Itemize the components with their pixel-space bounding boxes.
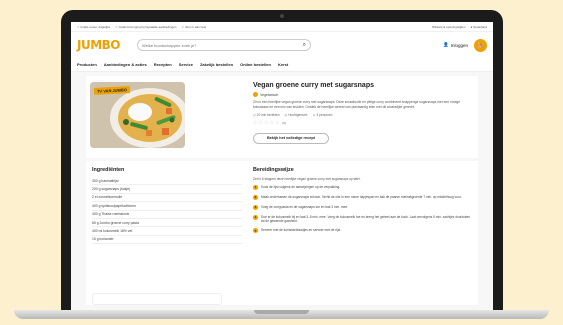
usp-item: ✓ Vers in aan huis [181, 24, 207, 29]
rating-stars[interactable]: ☆ ☆ ☆ ☆ ☆ (0) [253, 120, 473, 126]
method-intro: Zet in 6 stappen deze heerlijke vegan gr… [253, 177, 361, 181]
nav-item-online[interactable]: Online bestellen [240, 62, 271, 67]
nav-item-service[interactable]: Service [179, 62, 193, 67]
course-meta: ◎ Hoofdgerecht [284, 113, 308, 118]
ingredients-section: Ingrediënten 300 g basmatirijst 200 g su… [92, 167, 242, 245]
laptop-bezel: ✓ Gratis retour, dagelijks ✓ Gratis bezo… [61, 10, 503, 311]
method-step: 5 Serveer met de koriandeblaadjes en ser… [253, 228, 342, 234]
ingredient-item: 15 g koriander [92, 236, 242, 245]
star-icon[interactable]: ☆ [275, 120, 279, 126]
site-header: JUMBO ⌕ 👤 Inloggen 🧺 [71, 32, 493, 58]
recipe-info: Vegan groene curry met sugarsnaps Vegeta… [253, 82, 473, 144]
recipe-card: TV VAN JUMBO Vegan groene curry met suga… [86, 76, 478, 158]
ingredient-item: 400 ml kokosmelk 18% vet [92, 227, 242, 236]
full-recipe-button[interactable]: Bekijk het volledige recept [253, 132, 329, 144]
footer-placeholder [92, 293, 222, 305]
step-number: 3 [253, 205, 258, 210]
nav-item-recepten[interactable]: Recepten [154, 62, 172, 67]
step-number: 2 [253, 195, 258, 200]
nav-item-zakelijk[interactable]: Zakelijk bestellen [200, 62, 233, 67]
method-step: 3 Voeg de currypasta en de sugarsnaps to… [253, 205, 349, 210]
jumbo-logo[interactable]: JUMBO [77, 38, 123, 52]
star-icon[interactable]: ☆ [264, 120, 268, 126]
ingredient-item: 2 el zonnebloemolie [92, 194, 242, 203]
browser-screen: ✓ Gratis retour, dagelijks ✓ Gratis bezo… [71, 22, 493, 311]
star-icon[interactable]: ☆ [269, 120, 273, 126]
ingredient-item: 400 g spitskoolpaprika/bloem [92, 202, 242, 211]
method-step: 4 Doe er de kokosmelk bij en laat 3–5 mi… [253, 215, 471, 224]
page-content: TV VAN JUMBO Vegan groene curry met suga… [71, 72, 493, 311]
recipe-tag[interactable]: Vegetarisch [253, 92, 473, 97]
nav-item-producten[interactable]: Producten [77, 62, 97, 67]
method-title: Bereidingswijze [253, 167, 294, 173]
recipe-meta: ◷ 20 min bereiden ◎ Hoofdgerecht ☺ 4 per… [253, 113, 473, 117]
step-number: 4 [253, 215, 258, 220]
time-meta: ◷ 20 min bereiden [253, 113, 280, 118]
basket-icon: 🧺 [476, 42, 485, 49]
nav-item-kerst[interactable]: Kerst [278, 62, 288, 67]
search-input[interactable] [142, 42, 292, 48]
method-step: 1 Kook de rijst volgens de aanwijzingen … [253, 185, 341, 190]
ingredients-title: Ingrediënten [92, 167, 125, 173]
login-button[interactable]: 👤 Inloggen [443, 42, 468, 48]
star-icon[interactable]: ☆ [258, 120, 262, 126]
ingredient-item: 65 g Jumbo groene curry pasta [92, 219, 242, 228]
country-selector[interactable]: ● Nederland [471, 25, 488, 29]
search-bar[interactable]: ⌕ [137, 39, 311, 51]
method-step: 2 Maak ondertussen de sugarsnaps schoon.… [253, 195, 462, 200]
recipe-title: Vegan groene curry met sugarsnaps [253, 82, 374, 89]
webcam [280, 14, 284, 18]
cart-button[interactable]: 🧺 [474, 38, 487, 52]
user-icon: 👤 [443, 42, 449, 47]
recipe-description: Zin in een heerlijke vegan groene curry … [253, 100, 461, 109]
servings-meta: ☺ 4 personen [312, 113, 333, 118]
nav-item-aanbiedingen[interactable]: Aanbiedingen & acties [104, 62, 147, 67]
search-icon[interactable]: ⌕ [303, 42, 306, 49]
laptop-base [14, 310, 549, 319]
usp-item: ✓ Gratis retour, dagelijks [77, 24, 111, 29]
ingredient-item: 400 g Thaise roerbakmix [92, 211, 242, 219]
recipe-image: TV VAN JUMBO [90, 82, 185, 148]
method-section: Bereidingswijze Zet in 6 stappen deze he… [253, 167, 473, 238]
step-number: 5 [253, 228, 258, 234]
recipe-details: Ingrediënten 300 g basmatirijst 200 g su… [86, 161, 478, 305]
rating-count: (0) [282, 121, 287, 126]
stores-link[interactable]: Winkels & openingstijden [432, 25, 466, 29]
leaf-icon [253, 92, 258, 97]
usp-bar: ✓ Gratis retour, dagelijks ✓ Gratis bezo… [71, 22, 493, 32]
laptop-notch [254, 310, 309, 314]
ingredient-item: 200 g sugarsnaps (bakje) [92, 185, 242, 194]
star-icon[interactable]: ☆ [253, 120, 257, 126]
usp-item: ✓ Gratis bezorging bij bepaalde aanbiedi… [115, 24, 177, 29]
main-nav: Producten Aanbiedingen & acties Recepten… [71, 58, 493, 72]
step-number: 1 [253, 185, 258, 190]
ingredient-item: 300 g basmatirijst [92, 177, 242, 186]
